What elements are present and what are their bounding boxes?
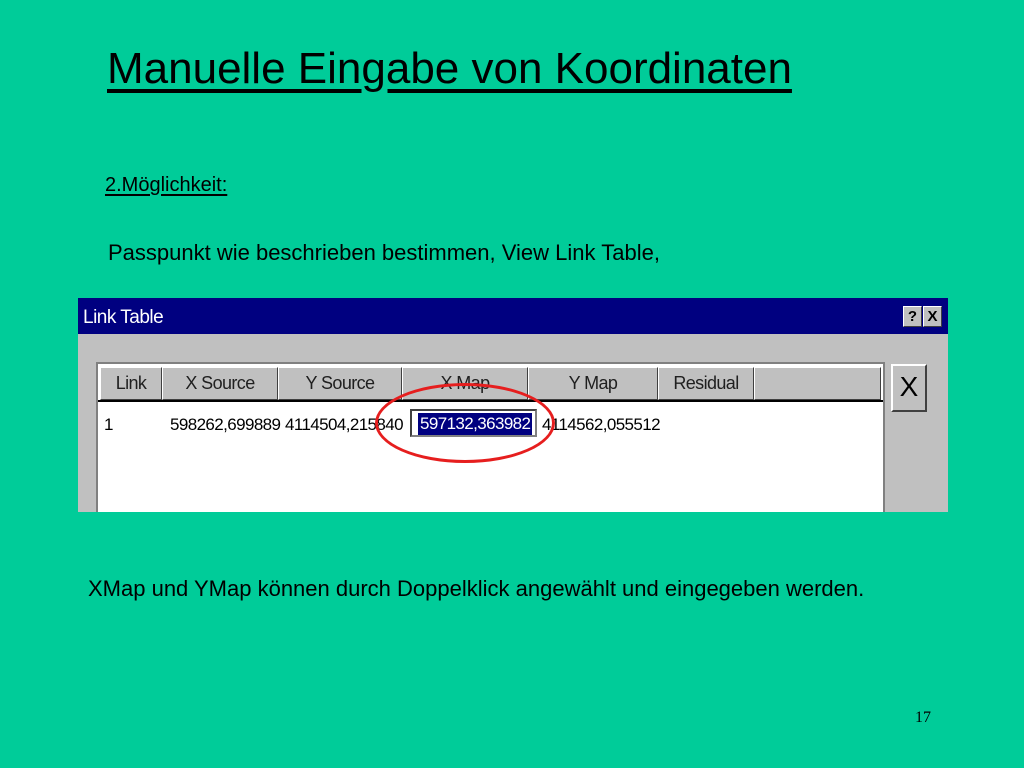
column-header-y-source[interactable]: Y Source — [278, 367, 402, 400]
cell-x-source[interactable]: 598262,699889 — [170, 412, 281, 438]
column-header-x-source[interactable]: X Source — [162, 367, 278, 400]
cell-y-map[interactable]: 4114562,055512 — [542, 412, 661, 438]
page-number: 17 — [915, 709, 931, 726]
column-header-link[interactable]: Link — [100, 367, 162, 400]
intro-text: Passpunkt wie beschrieben bestimmen, Vie… — [108, 240, 660, 265]
slide-title: Manuelle Eingabe von Koordinaten — [107, 44, 792, 93]
highlight-ellipse — [375, 383, 555, 463]
slide-subtitle: 2.Möglichkeit: — [105, 174, 228, 196]
column-header-y-map[interactable]: Y Map — [528, 367, 658, 400]
column-header-residual[interactable]: Residual — [658, 367, 754, 400]
cell-link[interactable]: 1 — [104, 412, 113, 438]
note-text: XMap und YMap können durch Doppelklick a… — [88, 576, 865, 601]
delete-link-button[interactable]: X — [891, 364, 927, 412]
column-header-filler — [754, 367, 881, 400]
window-titlebar[interactable]: Link Table ? X — [78, 298, 948, 334]
help-button[interactable]: ? — [903, 306, 922, 327]
close-button[interactable]: X — [923, 306, 942, 327]
window-title: Link Table — [83, 307, 164, 328]
